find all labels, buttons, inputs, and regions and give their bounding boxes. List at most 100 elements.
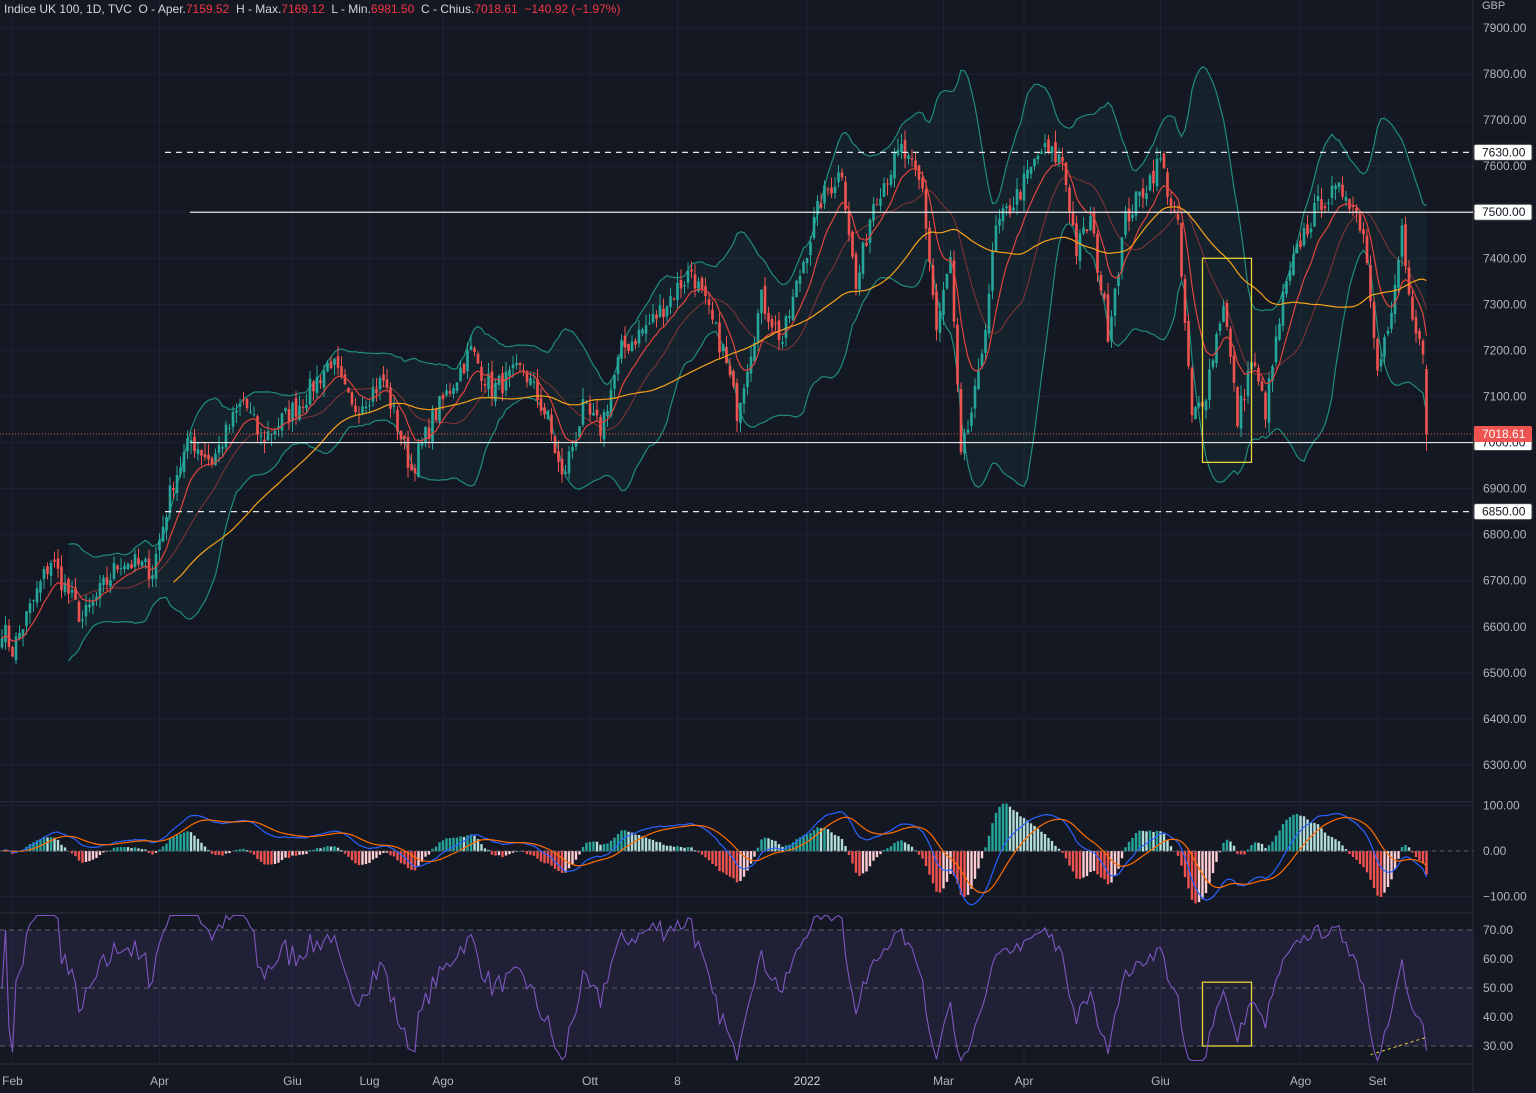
candle-body <box>49 562 53 576</box>
candle-body <box>938 311 942 333</box>
macd-histogram-bar <box>588 841 592 852</box>
candle-body <box>921 178 924 189</box>
candle-body <box>963 432 966 454</box>
macd-histogram-bar <box>1001 803 1005 852</box>
candle-body <box>756 313 760 343</box>
macd-histogram-bar <box>186 831 189 852</box>
macd-histogram-bar <box>1176 851 1180 856</box>
macd-histogram-bar <box>987 835 991 852</box>
close-value: 7018.61 <box>474 2 518 16</box>
macd-histogram-bar <box>1421 851 1425 864</box>
candle-body <box>994 225 998 251</box>
candle-body <box>1180 222 1183 277</box>
macd-histogram-bar <box>970 851 973 889</box>
macd-histogram-bar <box>1418 851 1421 861</box>
candle-body <box>193 436 196 452</box>
candle-body <box>200 449 203 456</box>
candle-body <box>1274 336 1278 363</box>
macd-tick: 0.00 <box>1483 844 1507 858</box>
candle-body <box>1418 330 1421 339</box>
candle-body <box>998 218 1001 226</box>
candle-body <box>203 454 207 458</box>
candle-body <box>116 565 119 570</box>
macd-histogram-bar <box>46 837 49 852</box>
macd-histogram-bar <box>424 851 427 857</box>
macd-histogram-bar <box>903 842 907 852</box>
macd-histogram-bar <box>371 851 375 860</box>
price-chart[interactable]: GBP 7900.00 7800.00 7700.00 7600.00 7500.00 74… <box>0 0 1536 1093</box>
candle-body <box>56 558 60 569</box>
candle-body <box>399 430 403 440</box>
candle-body <box>623 335 627 348</box>
macd-histogram-bar <box>256 851 259 859</box>
macd-histogram-bar <box>165 843 168 852</box>
macd-histogram-bar <box>865 851 868 872</box>
candle-body <box>4 624 7 643</box>
macd-histogram-bar <box>704 851 707 858</box>
macd-histogram-bar <box>592 841 595 852</box>
macd-histogram-bar <box>574 851 578 860</box>
candle-body <box>907 155 910 159</box>
macd-histogram-bar <box>182 832 186 852</box>
candle-body <box>1208 369 1211 401</box>
candle-body <box>109 580 112 587</box>
candle-body <box>830 187 833 194</box>
candle-body <box>1243 399 1246 401</box>
macd-histogram-bar <box>595 841 599 852</box>
macd-histogram-bar <box>1204 851 1208 894</box>
macd-histogram-bar <box>938 851 942 893</box>
macd-histogram-bar <box>630 832 634 852</box>
candle-body <box>655 314 658 319</box>
macd-histogram-bar <box>364 851 368 865</box>
macd-histogram-bar <box>1015 811 1019 852</box>
macd-histogram-bar <box>95 851 98 858</box>
candle-body <box>893 152 896 179</box>
candle-body <box>1337 182 1341 188</box>
candle-body <box>1264 392 1267 420</box>
macd-histogram-bar <box>354 851 357 864</box>
price-tick: 7800.00 <box>1483 67 1527 81</box>
candle-body <box>1082 227 1085 234</box>
macd-tick: 100.00 <box>1483 799 1520 813</box>
macd-histogram-bar <box>1120 851 1124 859</box>
candle-body <box>336 356 340 368</box>
candle-body <box>1127 208 1131 222</box>
macd-histogram-bar <box>1397 851 1400 859</box>
candle-body <box>462 363 466 374</box>
candle-body <box>406 437 410 468</box>
macd-histogram-bar <box>217 851 221 855</box>
macd-histogram-bar <box>844 845 847 852</box>
candle-body <box>819 203 823 208</box>
candle-body <box>515 362 518 366</box>
candle-body <box>7 625 11 647</box>
candle-body <box>1099 274 1103 291</box>
macd-histogram-bar <box>1243 851 1246 855</box>
macd-histogram-bar <box>1124 847 1127 852</box>
candle-body <box>1057 154 1061 163</box>
macd-histogram-bar <box>977 851 980 869</box>
low-label: L - Min. <box>331 2 371 16</box>
candle-body <box>707 299 711 306</box>
candle-body <box>1089 215 1092 231</box>
candle-body <box>627 343 630 351</box>
macd-histogram-bar <box>1239 851 1243 855</box>
macd-histogram-bar <box>259 851 263 862</box>
candle-body <box>35 588 39 603</box>
macd-histogram-bar <box>350 851 354 861</box>
candle-body <box>781 342 784 344</box>
candle-body <box>508 369 511 377</box>
candle-body <box>760 289 763 314</box>
macd-histogram-bar <box>284 851 287 858</box>
candle-body <box>182 452 186 472</box>
candle-body <box>903 139 907 159</box>
candle-body <box>1390 312 1393 329</box>
macd-histogram-bar <box>714 851 718 867</box>
candle-body <box>518 362 522 366</box>
open-label: O - Aper. <box>138 2 186 16</box>
macd-histogram-bar <box>1078 851 1082 880</box>
macd-histogram-bar <box>1131 837 1134 852</box>
macd-histogram-bar <box>1386 851 1390 888</box>
candle-body <box>1330 185 1334 199</box>
macd-histogram-bar <box>536 851 539 859</box>
candle-body <box>504 371 508 391</box>
